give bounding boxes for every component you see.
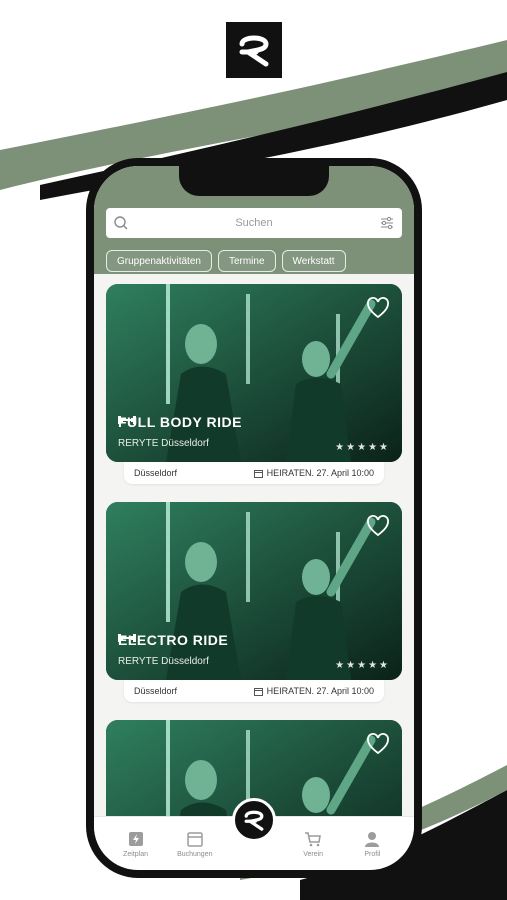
star-icon: ★ [335, 660, 345, 671]
class-date-text: HEIRATEN. 27. April 10:00 [266, 686, 374, 696]
filter-chips: Gruppenaktivitäten Termine Werkstatt [106, 250, 346, 272]
tab-label: Verein [303, 850, 324, 858]
class-card[interactable]: ELECTRO RIDE RERYTE Düsseldorf ★ ★ ★ ★ ★ Düs… [106, 502, 402, 702]
chip-werkstatt[interactable]: Werkstatt [281, 250, 346, 272]
star-icon: ★ [357, 442, 367, 453]
tab-verein[interactable]: Verein [288, 830, 338, 858]
calendar-icon [253, 469, 263, 478]
chip-termine[interactable]: Termine [217, 250, 276, 272]
tab-label: Profil [364, 850, 381, 858]
heart-icon[interactable] [366, 296, 390, 320]
star-icon: ★ [368, 442, 378, 453]
search-icon [106, 208, 136, 238]
star-icon: ★ [346, 442, 356, 453]
class-photo: ELECTRO RIDE RERYTE Düsseldorf ★ ★ ★ ★ ★ [106, 502, 402, 680]
dumbbell-icon [118, 416, 136, 424]
class-date: HEIRATEN. 27. April 10:00 [253, 686, 374, 696]
class-card[interactable]: FULL BODY RIDE RERYTE Düsseldorf ★ ★ ★ ★ ★ D… [106, 284, 402, 484]
logo-icon [244, 810, 264, 831]
class-title-row: ELECTRO RIDE [118, 632, 228, 648]
filter-sliders-icon[interactable] [372, 208, 402, 238]
star-icon: ★ [368, 660, 378, 671]
class-info-bar: Düsseldorf HEIRATEN. 27. April 10:00 [124, 680, 384, 702]
dumbbell-icon [118, 634, 136, 642]
class-feed: FULL BODY RIDE RERYTE Düsseldorf ★ ★ ★ ★ ★ D… [106, 284, 402, 870]
class-location: Düsseldorf [134, 686, 178, 696]
star-icon: ★ [335, 442, 345, 453]
app-screen: Suchen Gruppenaktivitäten Termine Werkst… [94, 166, 414, 870]
star-icon: ★ [379, 660, 388, 671]
logo-icon [239, 35, 269, 67]
studio-name: RERYTE Düsseldorf [118, 656, 209, 667]
star-icon: ★ [357, 660, 367, 671]
tab-label: Buchungen [177, 850, 213, 858]
star-icon: ★ [379, 442, 388, 453]
class-location: Düsseldorf [134, 468, 178, 478]
heart-icon[interactable] [366, 514, 390, 538]
class-date-text: HEIRATEN. 27. April 10:00 [266, 468, 374, 478]
search-bar[interactable]: Suchen [106, 208, 402, 238]
class-title-row: FULL BODY RIDE [118, 414, 242, 430]
class-photo: FULL BODY RIDE RERYTE Düsseldorf ★ ★ ★ ★ ★ [106, 284, 402, 462]
user-icon [365, 831, 380, 847]
rating-stars: ★ ★ ★ ★ ★ [335, 442, 388, 453]
heart-icon[interactable] [366, 732, 390, 756]
star-icon: ★ [346, 660, 356, 671]
class-date: HEIRATEN. 27. April 10:00 [253, 468, 374, 478]
studio-name: RERYTE Düsseldorf [118, 438, 209, 449]
cart-icon [305, 831, 322, 846]
home-logo-button[interactable] [232, 798, 276, 842]
class-info-bar: Düsseldorf HEIRATEN. 27. April 10:00 [124, 462, 384, 484]
calendar-icon [187, 831, 203, 847]
tab-label: Zeitplan [123, 850, 149, 858]
class-title: FULL BODY RIDE [118, 414, 242, 430]
tab-buchungen[interactable]: Buchungen [170, 830, 220, 858]
chip-gruppenaktivitaeten[interactable]: Gruppenaktivitäten [106, 250, 212, 272]
calendar-icon [253, 687, 263, 696]
phone-notch [179, 166, 329, 196]
tab-profil[interactable]: Profil [347, 830, 397, 858]
rating-stars: ★ ★ ★ ★ ★ [335, 660, 388, 671]
bolt-icon [128, 831, 143, 846]
search-input[interactable]: Suchen [136, 217, 372, 229]
tab-zeitplan[interactable]: Zeitplan [111, 830, 161, 858]
brand-logo [226, 22, 282, 78]
phone-frame: Suchen Gruppenaktivitäten Termine Werkst… [86, 158, 422, 878]
